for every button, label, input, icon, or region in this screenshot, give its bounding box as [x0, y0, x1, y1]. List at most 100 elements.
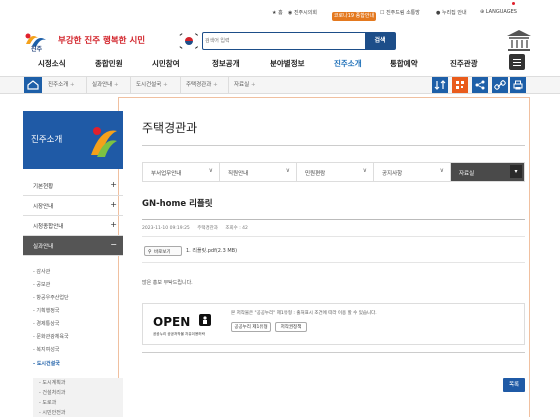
plus-icon: + [110, 220, 117, 229]
all-menu-button[interactable] [509, 54, 525, 70]
divider [86, 77, 87, 93]
sidebar-item-basic-status[interactable]: 기본현황 + [23, 176, 123, 196]
nav-item-participation[interactable]: 시민참여 [152, 58, 180, 69]
search-input[interactable] [205, 34, 365, 48]
plus-icon: + [110, 200, 117, 209]
plus-icon: + [70, 82, 75, 88]
copyright-policy-button[interactable]: 저작권정책 [275, 322, 307, 332]
nav-item-field-info[interactable]: 분야별정보 [270, 58, 305, 69]
jinju-logo-icon: 진주 [25, 33, 46, 52]
divider [142, 236, 525, 237]
nav-item-news[interactable]: 시정소식 [38, 58, 66, 69]
sidebar-title: 진주소개 [31, 135, 63, 145]
plus-icon: + [213, 82, 218, 88]
qr-button[interactable] [452, 77, 468, 93]
list-button[interactable]: 목록 [503, 378, 525, 392]
sidebar-sub-item[interactable]: - 문화관광체육국 [33, 333, 133, 340]
license-text: 본 저작물은 "공공누리" 제1유형 : 출처표시 조건에 따라 이용 할 수 … [231, 311, 377, 316]
tab-archive[interactable]: 자료실 ▾ [451, 163, 524, 181]
hub-link[interactable]: ☐ 진주드림 소통방 [380, 9, 420, 16]
nav-item-disclosure[interactable]: 정보공개 [212, 58, 240, 69]
city-hall-icon [507, 30, 531, 51]
top-utility-bar: ★ 홈 ◉ 진주시의회 코로나19 종합안내 ☐ 진주드림 소통방 ● 누리집 … [0, 0, 560, 24]
sidebar-sub2-item[interactable]: - 건설처리과 [39, 389, 65, 396]
divider [142, 145, 525, 146]
plus-icon: + [163, 82, 168, 88]
article-meta: 2023-11-10 09:19:25 주택경관과 조회수 : 42 [142, 225, 254, 231]
sidebar-sub-item[interactable]: - 공보관 [33, 281, 133, 288]
sub-tabs: 부서업무안내 ∨ 직원안내 ∨ 민원편람 ∨ 공지사항 ∨ 자료실 ▾ [142, 162, 525, 182]
tab-department-info[interactable]: 부서업무안내 ∨ [143, 163, 220, 181]
divider [180, 77, 181, 93]
share-icon [475, 80, 485, 90]
home-icon [27, 80, 39, 90]
tab-staff[interactable]: 직원안내 ∨ [220, 163, 297, 181]
article-date: 2023-11-10 09:19:25 [142, 226, 190, 231]
nav-item-civil-service[interactable]: 종합민원 [95, 58, 123, 69]
sidebar-item-mayor[interactable]: 시장안내 + [23, 196, 123, 216]
sidebar-sub2-item[interactable]: - 시민안전과 [39, 409, 65, 416]
tab-notices[interactable]: 공지사항 ∨ [374, 163, 451, 181]
license-type-button[interactable]: 공공누리 제1유형 [231, 322, 271, 332]
plus-icon: + [114, 82, 119, 88]
tab-civil-guide[interactable]: 민원편람 ∨ [297, 163, 374, 181]
sidebar-sub-item-current[interactable]: - 도시건설국 [33, 360, 133, 367]
sort-icon [434, 80, 446, 90]
link-icon [494, 80, 506, 90]
search-button[interactable]: 검색 [365, 33, 395, 49]
view-file-button[interactable]: ⚲ 바로보기 [144, 246, 182, 256]
sidebar-sub-item[interactable]: - 기획행정국 [33, 307, 133, 314]
covid-info-button[interactable]: 코로나19 종합안내 [332, 12, 376, 21]
sidebar: 진주소개 기본현황 + 시장안내 + 시청종합안내 + 실과안내 − - 감사관 - 공… [23, 111, 123, 417]
menu-icon-line [513, 61, 521, 63]
nav-item-tourism[interactable]: 진주관광 [450, 58, 478, 69]
slogan-text: 부강한 진주 행복한 시민 [58, 36, 146, 46]
sidebar-sub2-item[interactable]: - 도로과 [39, 399, 56, 406]
svg-text:OPEN: OPEN [153, 315, 190, 329]
article-title: GN-home 리플릿 [142, 199, 213, 209]
breadcrumb-item[interactable]: 도시건설국 + [136, 80, 168, 88]
city-council-link[interactable]: ◉ 진주시의회 [288, 9, 317, 16]
qr-icon [456, 81, 464, 89]
menu-icon-line [513, 64, 521, 66]
sidebar-sub-item[interactable]: - 항공우주산업단 [33, 294, 133, 301]
nav-item-reservation[interactable]: 통합예약 [390, 58, 418, 69]
chevron-down-icon: ∨ [285, 167, 290, 174]
breadcrumb-item[interactable]: 실과안내 + [92, 80, 119, 88]
menu-icon-line [513, 58, 521, 60]
svg-text:공공누리 공공저작물 자유이용허락: 공공누리 공공저작물 자유이용허락 [153, 331, 206, 336]
decorative-logo-icon [91, 127, 117, 157]
search-box: 검색 [202, 32, 396, 50]
languages-link[interactable]: ⊕ LANGUAGES [480, 9, 517, 15]
breadcrumb-item[interactable]: 자료실 + [234, 80, 256, 88]
home-link[interactable]: ★ 홈 [272, 9, 283, 16]
nav-item-about-jinju[interactable]: 진주소개 [334, 58, 362, 69]
article-department: 주택경관과 [197, 226, 218, 231]
main-navigation: 시정소식 종합민원 시민참여 정보공개 분야별정보 진주소개 통합예약 진주관광 [0, 55, 560, 73]
sidebar-sub-item[interactable]: - 감사관 [33, 268, 133, 275]
sort-button[interactable] [432, 77, 448, 93]
notification-dot [512, 2, 515, 5]
sitemap-link[interactable]: ● 누리집 안내 [436, 9, 467, 16]
attachment-link[interactable]: 1. 리플릿.pdf(2.3 MB) [186, 247, 237, 254]
article-body: 많은 홍보 부탁드립니다. [142, 280, 193, 286]
sidebar-item-departments[interactable]: 실과안내 − [23, 236, 123, 256]
site-logo[interactable]: 진주 부강한 진주 행복한 시민 [22, 28, 200, 54]
share-button[interactable] [472, 77, 488, 93]
sidebar-item-city-hall[interactable]: 시청종합안내 + [23, 216, 123, 236]
chevron-down-icon: ∨ [439, 167, 444, 174]
plus-icon: + [110, 180, 117, 189]
page-title: 주택경관과 [142, 121, 198, 135]
sidebar-sub-item[interactable]: - 경제통상국 [33, 320, 133, 327]
chevron-down-icon: ∨ [362, 167, 367, 174]
breadcrumb-item[interactable]: 진주소개 + [48, 80, 75, 88]
chevron-down-icon: ∨ [208, 167, 213, 174]
breadcrumb-home-button[interactable] [24, 77, 42, 93]
divider [130, 77, 131, 93]
sidebar-sub2-item[interactable]: - 도시계획과 [39, 379, 65, 386]
link-button[interactable] [492, 77, 508, 93]
caret-down-icon: ▾ [510, 165, 522, 178]
breadcrumb-item[interactable]: 주택경관과 + [186, 80, 218, 88]
sidebar-sub-item[interactable]: - 복지여성국 [33, 346, 133, 353]
print-button[interactable] [510, 77, 526, 93]
